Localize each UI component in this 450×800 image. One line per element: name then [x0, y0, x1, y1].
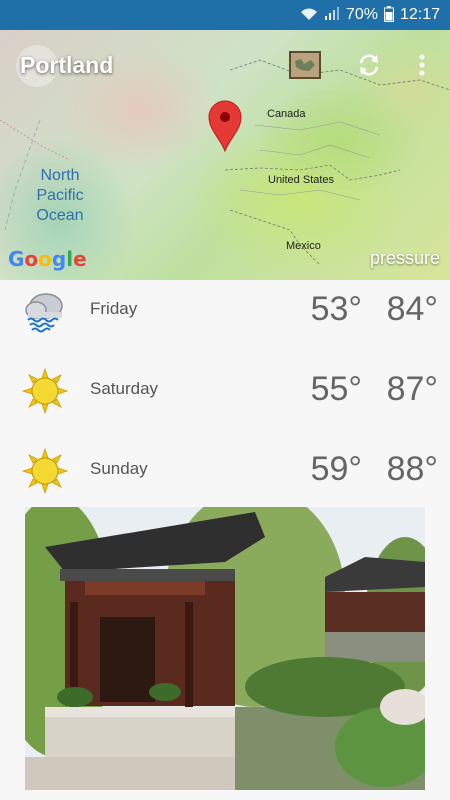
refresh-icon[interactable]: [352, 48, 386, 82]
forecast-high: 87°: [386, 370, 438, 408]
status-bar: 70% 12:17: [0, 0, 450, 30]
map-overlay-label: pressure: [369, 248, 440, 268]
forecast-high: 84°: [386, 290, 438, 328]
map-label-united-states: United States: [268, 174, 335, 186]
city-name[interactable]: Portland: [20, 52, 113, 79]
forecast-low: 53°: [310, 290, 362, 328]
forecast-high: 88°: [386, 450, 438, 488]
forecast-day: Saturday: [90, 379, 159, 398]
forecast-day: Sunday: [90, 459, 148, 478]
forecast-row-friday[interactable]: Friday 53° 84°: [0, 280, 450, 360]
sun-icon: [21, 367, 69, 415]
map-label-mexico: Mexico: [286, 240, 321, 252]
forecast-row-saturday[interactable]: Saturday 55° 87°: [0, 360, 450, 440]
forecast-low: 59°: [310, 450, 362, 488]
map-label-ocean: North Pacific Ocean: [36, 167, 84, 224]
battery-icon: [383, 5, 394, 25]
overflow-menu-icon[interactable]: [405, 48, 439, 82]
battery-percentage: 70%: [345, 6, 378, 23]
signal-icon: [324, 6, 340, 24]
location-pin-icon[interactable]: [208, 100, 242, 157]
rain-cloud-icon: [22, 288, 68, 334]
google-logo: Google: [8, 247, 87, 271]
chinese-garden-photo: [25, 507, 425, 790]
forecast-list: Friday 53° 84° Saturday 55° 87° Sunday 5…: [0, 280, 450, 520]
wifi-icon: [300, 7, 318, 24]
map-layer-icon[interactable]: [288, 48, 322, 82]
city-photo[interactable]: [25, 507, 425, 790]
map-label-canada: Canada: [267, 108, 306, 120]
clock: 12:17: [399, 6, 440, 23]
sun-icon: [21, 447, 69, 495]
forecast-low: 55°: [310, 370, 362, 408]
forecast-day: Friday: [90, 299, 138, 318]
weather-map[interactable]: Portland Canada United States Mexico Nor…: [0, 30, 450, 280]
